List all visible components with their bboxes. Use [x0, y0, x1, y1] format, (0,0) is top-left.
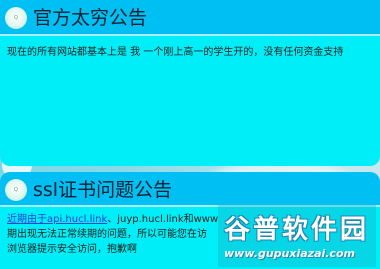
avatar-icon: Q: [5, 7, 27, 29]
announcement-card-funding: Q 官方太穷公告 现在的所有网站都基本上是 我 一个刚上高一的学生开的，没有任何…: [0, 0, 380, 166]
card-title: 官方太穷公告: [33, 7, 148, 29]
card-body: 现在的所有网站都基本上是 我 一个刚上高一的学生开的，没有任何资金支持: [7, 45, 375, 60]
watermark-url: www.gupuxiazai.com: [224, 247, 355, 260]
avatar-label: Q: [14, 187, 18, 193]
avatar-label: Q: [14, 15, 18, 21]
card-header: Q 官方太穷公告: [0, 0, 380, 36]
domain-link[interactable]: 近期由于api.hucl.link: [7, 214, 107, 225]
body-text: 、juyp.hucl.link和www: [107, 214, 219, 225]
card-header: Q ssl证书问题公告: [0, 172, 380, 207]
watermark-logo: 谷普软件园: [224, 215, 370, 245]
card-title: ssl证书问题公告: [33, 179, 173, 201]
body-text: 现在的所有网站都基本上是 我 一个刚上高一的学生开的，没有任何资金支持: [7, 47, 344, 58]
avatar-icon: Q: [5, 179, 27, 201]
site-watermark: 谷普软件园 www.gupuxiazai.com: [218, 205, 376, 267]
